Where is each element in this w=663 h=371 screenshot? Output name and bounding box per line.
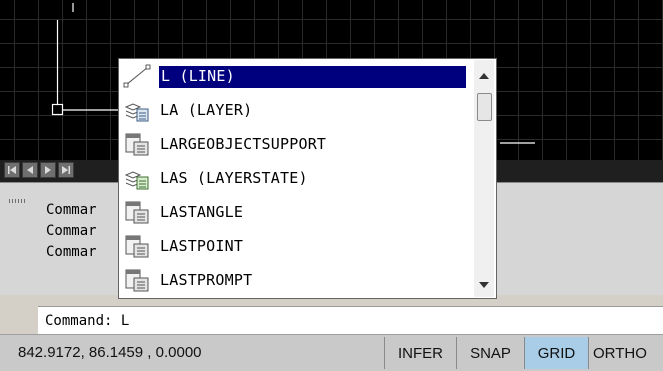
autocomplete-list: L (LINE) LA (LAYER) LARGEOBJECTSUPPORT L…	[118, 58, 497, 299]
command-line-text: Command: L	[45, 313, 130, 329]
suggestion-item[interactable]: LAS (LAYERSTATE)	[119, 161, 469, 195]
line-icon	[123, 64, 151, 88]
grip-handle-icon[interactable]	[9, 199, 27, 203]
history-line: Commar	[46, 202, 97, 218]
suggestion-item[interactable]: L (LINE)	[119, 59, 469, 93]
history-line: Commar	[46, 244, 97, 260]
suggestion-item[interactable]: LASTPROMPT	[119, 263, 469, 297]
grid-toggle[interactable]: GRID	[524, 337, 588, 369]
suggestion-item[interactable]: LA (LAYER)	[119, 93, 469, 127]
suggestion-label: LASTPOINT	[160, 237, 244, 255]
system-variable-icon	[123, 200, 151, 224]
system-variable-icon	[123, 132, 151, 156]
scroll-up-icon[interactable]	[474, 66, 494, 86]
vertical-scrollbar[interactable]	[474, 60, 494, 297]
suggestion-label: L (LINE)	[159, 66, 466, 88]
suggestion-item[interactable]: LASTPOINT	[119, 229, 469, 263]
scroll-down-icon[interactable]	[474, 275, 494, 295]
next-tab-icon[interactable]	[40, 162, 56, 178]
system-variable-icon	[123, 234, 151, 258]
coordinate-readout: 842.9172, 86.1459 , 0.0000	[18, 344, 202, 361]
suggestion-item[interactable]: LARGEOBJECTSUPPORT	[119, 127, 469, 161]
scrollbar-thumb[interactable]	[477, 93, 492, 121]
snap-toggle[interactable]: SNAP	[456, 337, 524, 369]
suggestion-label: LAS (LAYERSTATE)	[160, 169, 308, 187]
ortho-toggle[interactable]: ORTHO	[588, 337, 663, 369]
suggestion-label: LARGEOBJECTSUPPORT	[160, 135, 327, 153]
command-line-input[interactable]: Command: L	[38, 306, 663, 335]
suggestion-item[interactable]: LASTANGLE	[119, 195, 469, 229]
suggestion-label: LASTANGLE	[160, 203, 244, 221]
layer-icon	[123, 98, 151, 122]
suggestion-label: LA (LAYER)	[160, 101, 253, 119]
history-line: Commar	[46, 223, 97, 239]
system-variable-icon	[123, 268, 151, 292]
last-tab-icon[interactable]	[58, 162, 74, 178]
status-bar: 842.9172, 86.1459 , 0.0000 INFER SNAP GR…	[0, 334, 663, 371]
suggestion-label: LASTPROMPT	[160, 271, 253, 289]
previous-tab-icon[interactable]	[22, 162, 38, 178]
infer-toggle[interactable]: INFER	[384, 337, 456, 369]
layer-state-icon	[123, 166, 151, 190]
first-tab-icon[interactable]	[4, 162, 20, 178]
